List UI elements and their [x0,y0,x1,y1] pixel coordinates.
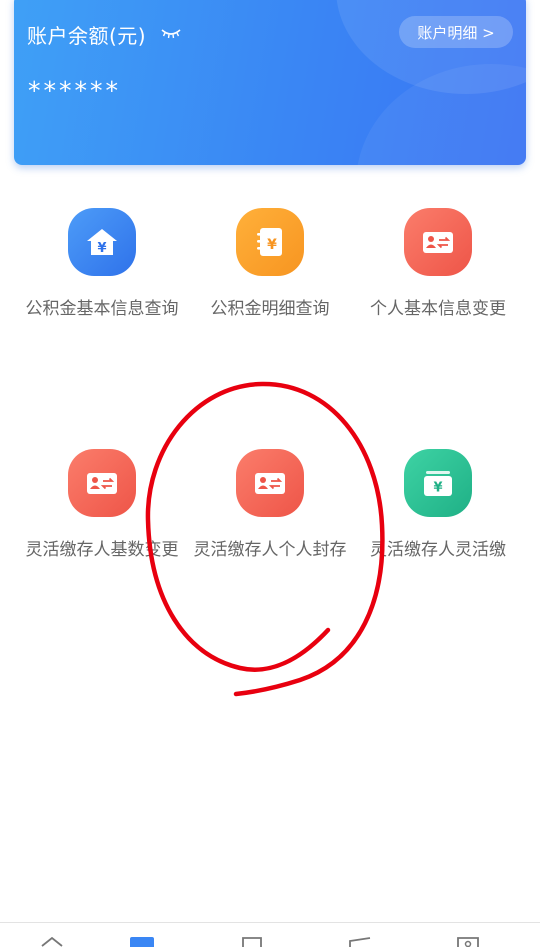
service-label: 灵活缴存人灵活缴 [370,540,506,560]
category-icon[interactable] [130,937,154,947]
balance-value: ****** [28,76,121,105]
service-label: 公积金基本信息查询 [25,299,179,319]
svg-text:¥: ¥ [433,481,442,496]
balance-title: 账户余额(元) [27,24,147,48]
id-card-transfer-icon [404,208,472,276]
service-housing-fund-info[interactable]: ¥ 公积金基本信息查询 [17,208,187,322]
service-flexible-personal-seal[interactable]: 灵活缴存人个人封存 [185,449,355,563]
balance-card: 账户余额(元) 账户明细 > ****** [14,0,526,165]
house-yen-icon: ¥ [68,208,136,276]
message-icon[interactable] [348,937,372,947]
document-icon[interactable] [240,937,264,947]
service-label: 灵活缴存人基数变更 [25,540,179,560]
service-label: 个人基本信息变更 [370,299,506,319]
card-decoration [356,64,526,165]
bottom-nav [0,922,540,947]
profile-icon[interactable] [456,937,480,947]
account-detail-button[interactable]: 账户明细 > [399,16,513,48]
id-card-transfer-icon [68,449,136,517]
home-icon[interactable] [40,937,64,947]
service-label: 公积金明细查询 [210,299,330,319]
svg-text:¥: ¥ [97,241,106,256]
wallet-yen-icon: ¥ [404,449,472,517]
notebook-yen-icon: ¥ [236,208,304,276]
service-flexible-base-change[interactable]: 灵活缴存人基数变更 [17,449,187,563]
eye-closed-icon[interactable] [160,26,182,40]
svg-text:¥: ¥ [267,237,277,253]
service-flexible-payment[interactable]: ¥ 灵活缴存人灵活缴 [353,449,523,563]
service-personal-info-change[interactable]: 个人基本信息变更 [353,208,523,322]
service-label: 灵活缴存人个人封存 [193,540,347,560]
service-housing-fund-detail[interactable]: ¥ 公积金明细查询 [185,208,355,322]
id-card-transfer-icon [236,449,304,517]
